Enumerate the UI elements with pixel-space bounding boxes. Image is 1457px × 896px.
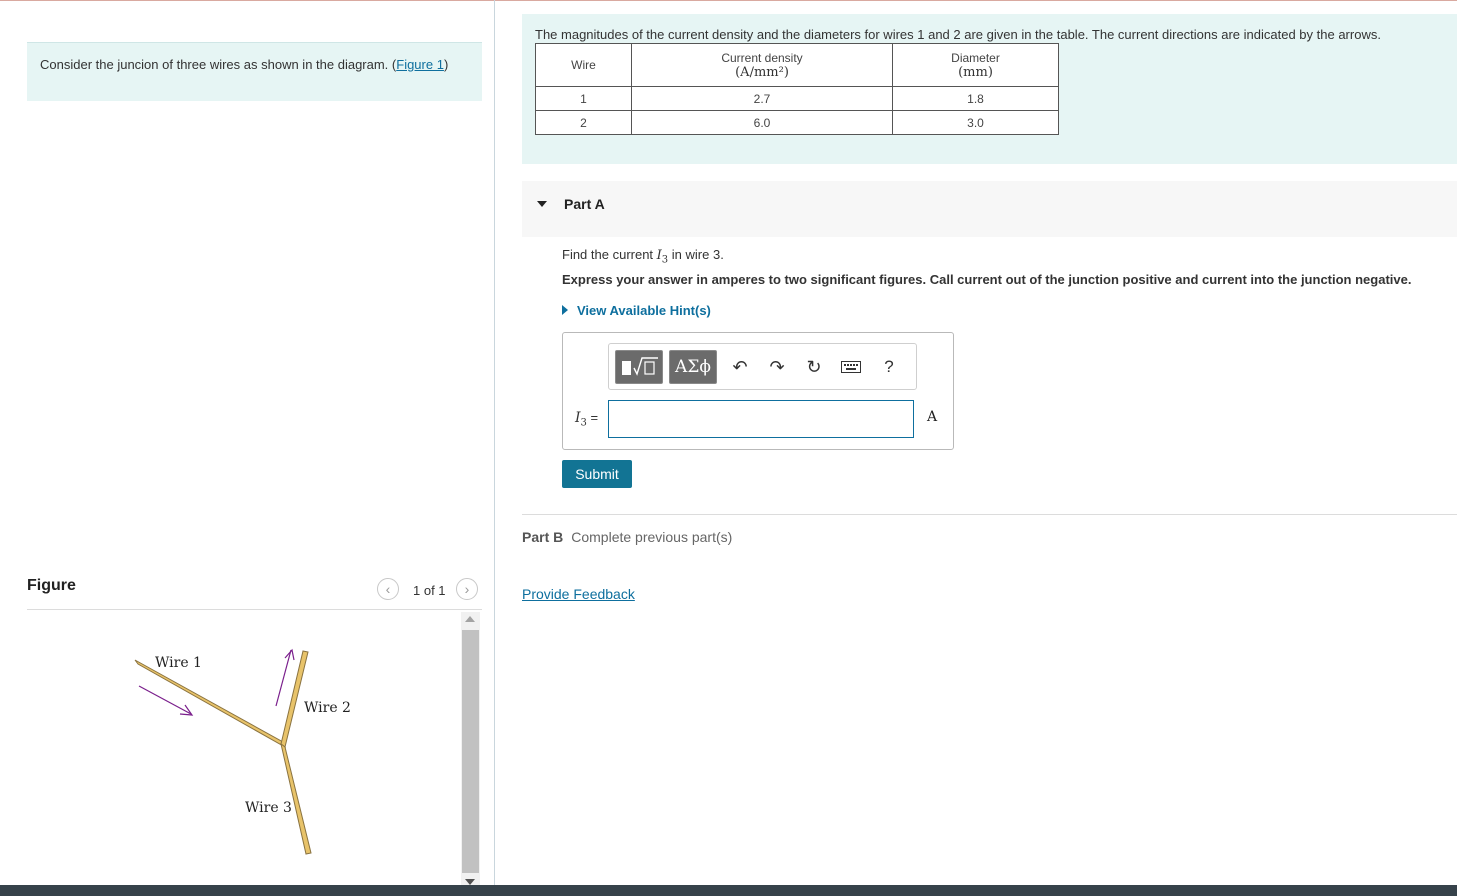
bottom-bar [0, 885, 1457, 896]
answer-equals: = [586, 410, 599, 425]
wire-1-label: Wire 1 [155, 655, 202, 671]
prev-figure-button[interactable]: ‹ [377, 578, 399, 600]
keyboard-icon[interactable] [839, 355, 863, 379]
question-suffix: in wire 3. [668, 247, 724, 262]
table-cell: 1.8 [892, 86, 1059, 111]
answer-input[interactable] [608, 400, 914, 438]
view-hints-link[interactable]: View Available Hint(s) [562, 303, 711, 318]
top-border [0, 0, 1457, 1]
figure-title: Figure [27, 577, 76, 594]
wire-3-label: Wire 3 [245, 800, 292, 816]
caret-right-icon [562, 305, 568, 315]
table-cell: 2.7 [631, 86, 893, 111]
wire-junction-diagram: Wire 1 Wire 2 Wire 3 [134, 648, 351, 855]
wire-2-label: Wire 2 [304, 700, 351, 716]
keyboard-glyph [841, 361, 861, 373]
collapse-caret-icon[interactable] [537, 201, 547, 207]
submit-button[interactable]: Submit [562, 460, 632, 488]
wire-2 [280, 650, 309, 748]
part-b-title: Part B [522, 529, 564, 545]
header-label: Wire [571, 58, 596, 72]
reset-icon[interactable]: ↻ [802, 355, 826, 379]
table-header-wire: Wire [535, 43, 632, 87]
figure-divider [27, 609, 482, 610]
chevron-right-icon: › [464, 581, 470, 597]
chevron-left-icon: ‹ [385, 581, 391, 597]
header-label: Current density [721, 50, 803, 65]
table-header-row: Wire Current density (A/mm²) Diameter (m… [535, 43, 1059, 87]
wire-1 [134, 659, 286, 749]
intro-panel: Consider the juncion of three wires as s… [27, 42, 482, 101]
problem-panel: The magnitudes of the current density an… [522, 14, 1457, 164]
wire-2-arrow [275, 648, 295, 707]
table-row: 1 2.7 1.8 [535, 86, 1059, 111]
data-table: Wire Current density (A/mm²) Diameter (m… [535, 43, 1059, 135]
part-b-divider [522, 514, 1457, 515]
template-icon [622, 357, 658, 376]
part-b-status: Complete previous part(s) [571, 529, 733, 545]
part-a-question: Find the current I3 in wire 3. [562, 247, 724, 266]
intro-text-body: Consider the juncion of three wires as s… [40, 57, 397, 72]
figure-count: 1 of 1 [413, 583, 446, 598]
figure-link[interactable]: Figure 1 [396, 57, 444, 72]
header-unit: (mm) [958, 64, 993, 80]
undo-icon[interactable]: ↶ [728, 355, 752, 379]
help-icon[interactable]: ? [879, 355, 899, 379]
header-label: Diameter [951, 50, 1000, 65]
table-cell: 1 [535, 86, 632, 111]
question-prefix: Find the current [562, 247, 657, 262]
part-a-instructions: Express your answer in amperes to two si… [562, 272, 1412, 287]
answer-unit: A [927, 409, 938, 425]
math-toolbar: ΑΣϕ ↶ ↷ ↻ ? [608, 343, 917, 390]
table-header-diameter: Diameter (mm) [892, 43, 1059, 87]
table-header-current-density: Current density (A/mm²) [631, 43, 893, 87]
intro-text: Consider the juncion of three wires as s… [40, 57, 448, 72]
next-figure-button[interactable]: › [456, 578, 478, 600]
template-button[interactable] [615, 350, 663, 384]
part-b-row: Part B Complete previous part(s) [522, 529, 732, 545]
symbols-button[interactable]: ΑΣϕ [669, 350, 717, 384]
part-a-header[interactable]: Part A [522, 181, 1457, 237]
provide-feedback-link[interactable]: Provide Feedback [522, 586, 635, 602]
table-cell: 6.0 [631, 110, 893, 135]
hint-label: View Available Hint(s) [577, 303, 711, 318]
figure-scrollbar-thumb[interactable] [462, 630, 479, 873]
table-cell: 3.0 [892, 110, 1059, 135]
wire-3 [280, 742, 312, 855]
table-cell: 2 [535, 110, 632, 135]
redo-icon[interactable]: ↷ [765, 355, 789, 379]
table-row: 2 6.0 3.0 [535, 110, 1059, 135]
problem-text: The magnitudes of the current density an… [535, 27, 1381, 42]
header-unit: (A/mm²) [735, 64, 789, 80]
part-a-title: Part A [564, 196, 605, 212]
answer-variable-label: I3 = [575, 410, 598, 429]
pane-divider[interactable] [494, 0, 495, 885]
intro-text-close: ) [443, 57, 449, 72]
scroll-up-icon[interactable] [465, 616, 475, 622]
